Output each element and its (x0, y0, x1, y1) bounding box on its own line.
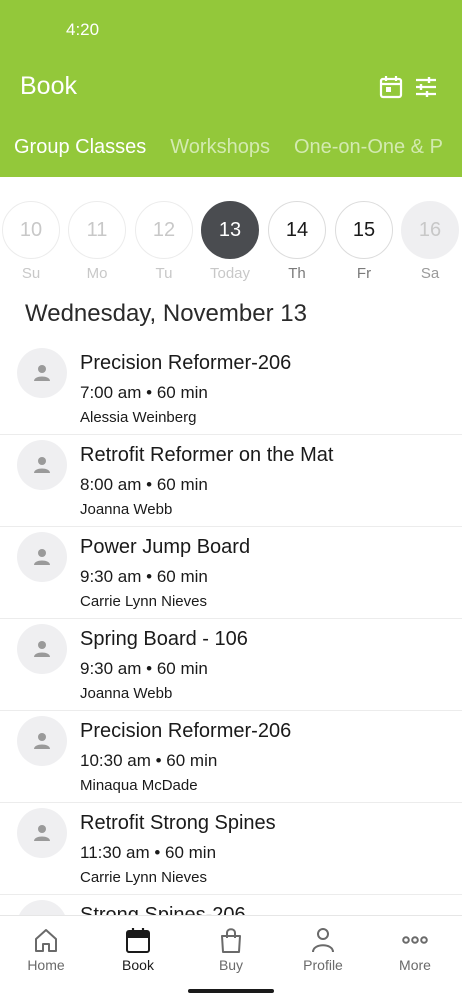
day-label: Mo (86, 265, 108, 282)
person-icon (312, 928, 334, 953)
class-row[interactable]: Precision Reformer-206 10:30 am • 60 min… (0, 711, 462, 803)
day-number: 14 (268, 201, 326, 259)
nav-label: Book (122, 957, 154, 973)
avatar (17, 348, 67, 398)
nav-home[interactable]: Home (0, 926, 92, 973)
person-icon (34, 733, 50, 749)
day-label: Fr (356, 265, 372, 282)
day-picker: 10 Su 11 Mo 12 Tu 13 Today 14 Th 15 Fr 1… (0, 201, 462, 285)
class-instructor: Joanna Webb (80, 685, 173, 702)
day-number: 12 (135, 201, 193, 259)
day-number: 15 (335, 201, 393, 259)
day-label: Tu (155, 265, 173, 282)
person-icon (34, 641, 50, 657)
day-11[interactable]: 11 Mo (68, 201, 126, 282)
category-tabs: Group Classes Workshops One-on-One & P (14, 136, 462, 159)
shopping-bag-icon (221, 928, 241, 953)
class-instructor: Carrie Lynn Nieves (80, 869, 207, 886)
tab-workshops[interactable]: Workshops (170, 136, 270, 159)
page-title: Book (20, 72, 77, 100)
nav-more[interactable]: More (369, 926, 461, 973)
class-row[interactable]: Retrofit Reformer on the Mat 8:00 am • 6… (0, 435, 462, 527)
class-instructor: Joanna Webb (80, 501, 173, 518)
class-instructor: Carrie Lynn Nieves (80, 593, 207, 610)
class-row[interactable]: Strong Spines-206 (0, 895, 462, 915)
class-name: Strong Spines-206 (80, 904, 246, 915)
person-icon (34, 825, 50, 841)
nav-label: Buy (218, 957, 244, 973)
day-13[interactable]: 13 Today (201, 201, 259, 282)
class-row[interactable]: Spring Board - 106 9:30 am • 60 min Joan… (0, 619, 462, 711)
more-dots-icon (402, 936, 428, 944)
class-name: Precision Reformer-206 (80, 720, 292, 742)
class-row[interactable]: Precision Reformer-206 7:00 am • 60 min … (0, 343, 462, 435)
class-time: 8:00 am • 60 min (80, 475, 208, 494)
class-instructor: Minaqua McDade (80, 777, 198, 794)
calendar-icon[interactable] (378, 74, 404, 100)
day-label: Su (21, 265, 41, 282)
class-name: Precision Reformer-206 (80, 352, 292, 374)
class-row[interactable]: Power Jump Board 9:30 am • 60 min Carrie… (0, 527, 462, 619)
home-indicator (188, 989, 274, 993)
day-number: 10 (2, 201, 60, 259)
class-list: Precision Reformer-206 7:00 am • 60 min … (0, 343, 462, 915)
day-number: 11 (68, 201, 126, 259)
avatar (17, 440, 67, 490)
person-icon (34, 365, 50, 381)
date-heading: Wednesday, November 13 (25, 300, 307, 327)
filter-sliders-icon[interactable] (413, 74, 439, 100)
day-number: 13 (201, 201, 259, 259)
day-12[interactable]: 12 Tu (135, 201, 193, 282)
day-number: 16 (401, 201, 459, 259)
tab-group-classes[interactable]: Group Classes (14, 136, 146, 159)
avatar (17, 808, 67, 858)
home-icon (35, 929, 57, 952)
day-label: Sa (420, 265, 440, 282)
class-time: 10:30 am • 60 min (80, 751, 218, 770)
class-row[interactable]: Retrofit Strong Spines 11:30 am • 60 min… (0, 803, 462, 895)
avatar (17, 624, 67, 674)
class-time: 9:30 am • 60 min (80, 659, 208, 678)
app-header: 4:20 Book Group Classes Workshops One-on-O… (0, 0, 462, 177)
class-name: Retrofit Strong Spines (80, 812, 276, 834)
class-name: Retrofit Reformer on the Mat (80, 444, 334, 466)
class-time: 11:30 am • 60 min (80, 843, 217, 862)
class-name: Power Jump Board (80, 536, 251, 558)
person-icon (34, 549, 50, 565)
day-16[interactable]: 16 Sa (401, 201, 459, 282)
nav-label: Profile (303, 957, 343, 973)
class-instructor: Alessia Weinberg (80, 409, 197, 426)
person-icon (34, 457, 50, 473)
avatar (17, 900, 67, 915)
nav-profile[interactable]: Profile (277, 926, 369, 973)
nav-label: Home (27, 957, 65, 973)
nav-label: More (399, 957, 431, 973)
day-10[interactable]: 10 Su (2, 201, 60, 282)
class-time: 7:00 am • 60 min (80, 383, 208, 402)
tab-one-on-one[interactable]: One-on-One & P (294, 136, 443, 159)
status-time: 4:20 (66, 20, 100, 39)
day-label: Today (209, 265, 251, 282)
day-15[interactable]: 15 Fr (335, 201, 393, 282)
day-label: Th (288, 265, 306, 282)
bottom-nav: Home Book Buy Profile More (0, 915, 462, 1000)
nav-book[interactable]: Book (92, 926, 184, 973)
avatar (17, 532, 67, 582)
nav-buy[interactable]: Buy (185, 926, 277, 973)
calendar-icon (126, 928, 150, 953)
class-name: Spring Board - 106 (80, 628, 248, 650)
class-time: 9:30 am • 60 min (80, 567, 208, 586)
day-14[interactable]: 14 Th (268, 201, 326, 282)
avatar (17, 716, 67, 766)
